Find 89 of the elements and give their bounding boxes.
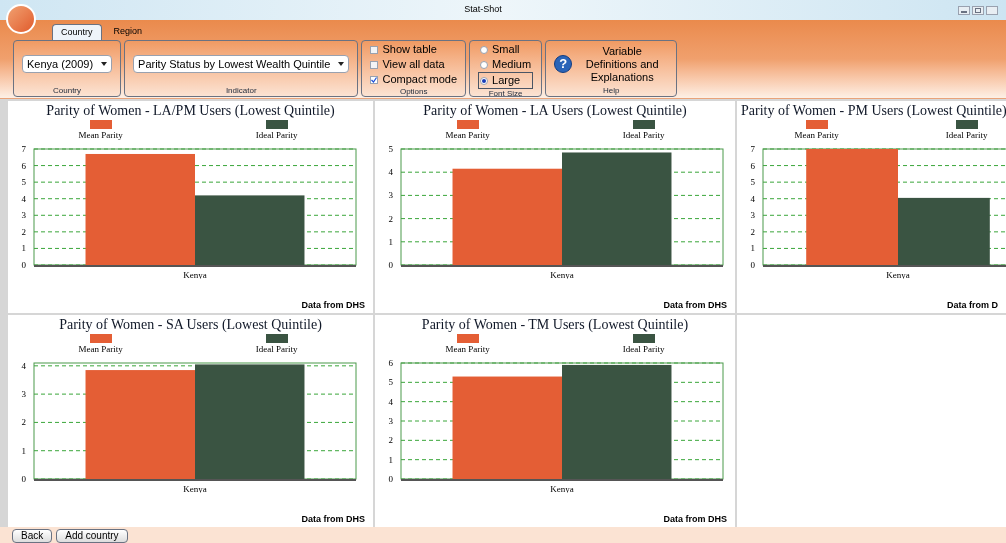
- axis-tick-label: 6: [388, 357, 393, 368]
- axis-tick-label: 5: [21, 176, 26, 187]
- axis-tick-label: 0: [21, 473, 26, 484]
- source-note: Data from DHS: [663, 298, 728, 312]
- legend-label: Mean Parity: [78, 129, 123, 142]
- checkbox[interactable]: [370, 75, 379, 84]
- axis-tick-label: 5: [388, 143, 393, 154]
- source-note: Data from DHS: [301, 298, 366, 312]
- axis-tick-label: 6: [21, 160, 26, 171]
- axis-tick-label: 2: [388, 213, 393, 224]
- axis-tick-label: 3: [21, 388, 26, 399]
- axis-tick-label: 2: [750, 226, 755, 237]
- axis-tick-label: 1: [21, 445, 26, 456]
- window-title: Stat-Shot: [463, 3, 503, 17]
- source-note: Data from D: [947, 298, 999, 312]
- axis-tick-label: 4: [750, 193, 755, 204]
- source-note: Data from DHS: [301, 512, 366, 526]
- axis-tick-label: 1: [21, 242, 26, 253]
- axis-tick-label: 4: [388, 396, 393, 407]
- caret-icon: [101, 62, 108, 66]
- dropdown[interactable]: Parity Status by Lowest Wealth Quintile: [133, 55, 350, 73]
- axis-tick-label: 4: [21, 360, 26, 371]
- ribbon-tab[interactable]: Region: [105, 24, 151, 40]
- axis-tick-label: 1: [388, 236, 393, 247]
- checkbox-label: View all data: [382, 57, 445, 72]
- axis-category-label: Kenya: [550, 269, 574, 279]
- axis-category-label: Kenya: [550, 483, 574, 493]
- legend-label: Ideal Parity: [255, 343, 298, 356]
- axis-category-label: Kenya: [183, 269, 207, 279]
- app-logo-icon: [6, 4, 36, 34]
- radio-button[interactable]: [480, 45, 489, 54]
- axis-tick-label: 1: [388, 454, 393, 465]
- axis-tick-label: 0: [388, 473, 393, 484]
- axis-tick-label: 2: [21, 226, 26, 237]
- axis-category-label: Kenya: [886, 269, 910, 279]
- legend-label: Mean Parity: [78, 343, 123, 356]
- axis-tick-label: 6: [750, 160, 755, 171]
- axis-tick-label: 3: [21, 209, 26, 220]
- source-note: Data from DHS: [663, 512, 728, 526]
- axis-tick-label: 4: [21, 193, 26, 204]
- chart-title: Parity of Women - LA/PM Users (Lowest Quintile): [45, 102, 336, 120]
- checkbox[interactable]: [370, 45, 379, 54]
- legend-label: Mean Parity: [794, 129, 839, 142]
- axis-tick-label: 7: [750, 143, 755, 154]
- checkbox-label: Show table: [382, 42, 437, 57]
- legend-label: Ideal Parity: [622, 343, 665, 356]
- checkbox[interactable]: [370, 60, 379, 69]
- axis-tick-label: 3: [388, 189, 393, 200]
- legend-label: Mean Parity: [445, 129, 490, 142]
- group-label: Help: [601, 86, 621, 95]
- axis-tick-label: 0: [750, 259, 755, 270]
- axis-tick-label: 5: [388, 376, 393, 387]
- dropdown[interactable]: Kenya (2009): [22, 55, 113, 73]
- legend-label: Mean Parity: [445, 343, 490, 356]
- axis-tick-label: 7: [21, 143, 26, 154]
- radio-button[interactable]: [480, 76, 489, 85]
- minimize-icon[interactable]: [958, 5, 970, 15]
- chart-title: Parity of Women - TM Users (Lowest Quintile): [420, 316, 690, 334]
- group-label: Country: [52, 86, 83, 95]
- radio-button[interactable]: [480, 60, 489, 69]
- ribbon-tab[interactable]: Country: [52, 24, 102, 40]
- axis-category-label: Kenya: [183, 483, 207, 493]
- legend-label: Ideal Parity: [945, 129, 988, 142]
- footer-button[interactable]: Add country: [56, 529, 128, 543]
- caret-icon: [338, 62, 345, 66]
- axis-tick-label: 0: [21, 259, 26, 270]
- chart-title: Parity of Women - SA Users (Lowest Quintile): [58, 316, 323, 334]
- axis-tick-label: 2: [21, 416, 26, 427]
- group-label: Options: [398, 87, 429, 96]
- axis-tick-label: 5: [750, 176, 755, 187]
- help-icon[interactable]: ?: [554, 55, 573, 73]
- group-label: Font Size: [487, 89, 524, 98]
- legend-label: Ideal Parity: [622, 129, 665, 142]
- axis-tick-label: 3: [388, 415, 393, 426]
- axis-tick-label: 3: [750, 209, 755, 220]
- footer-button[interactable]: Back: [12, 529, 53, 543]
- checkbox-label: Compact mode: [382, 72, 458, 87]
- axis-tick-label: 2: [388, 434, 393, 445]
- radio-label: Large: [492, 73, 521, 88]
- help-link[interactable]: Variable Definitions and Explanations: [576, 44, 669, 84]
- axis-tick-label: 4: [388, 166, 393, 177]
- axis-tick-label: 1: [750, 242, 755, 253]
- radio-label: Medium: [492, 57, 532, 72]
- axis-tick-label: 0: [388, 259, 393, 270]
- radio-label: Small: [492, 42, 520, 57]
- maximize-icon[interactable]: [972, 5, 984, 15]
- chart-title: Parity of Women - LA Users (Lowest Quintile): [422, 102, 688, 120]
- group-label: Indicator: [224, 86, 258, 95]
- legend-label: Ideal Parity: [255, 129, 298, 142]
